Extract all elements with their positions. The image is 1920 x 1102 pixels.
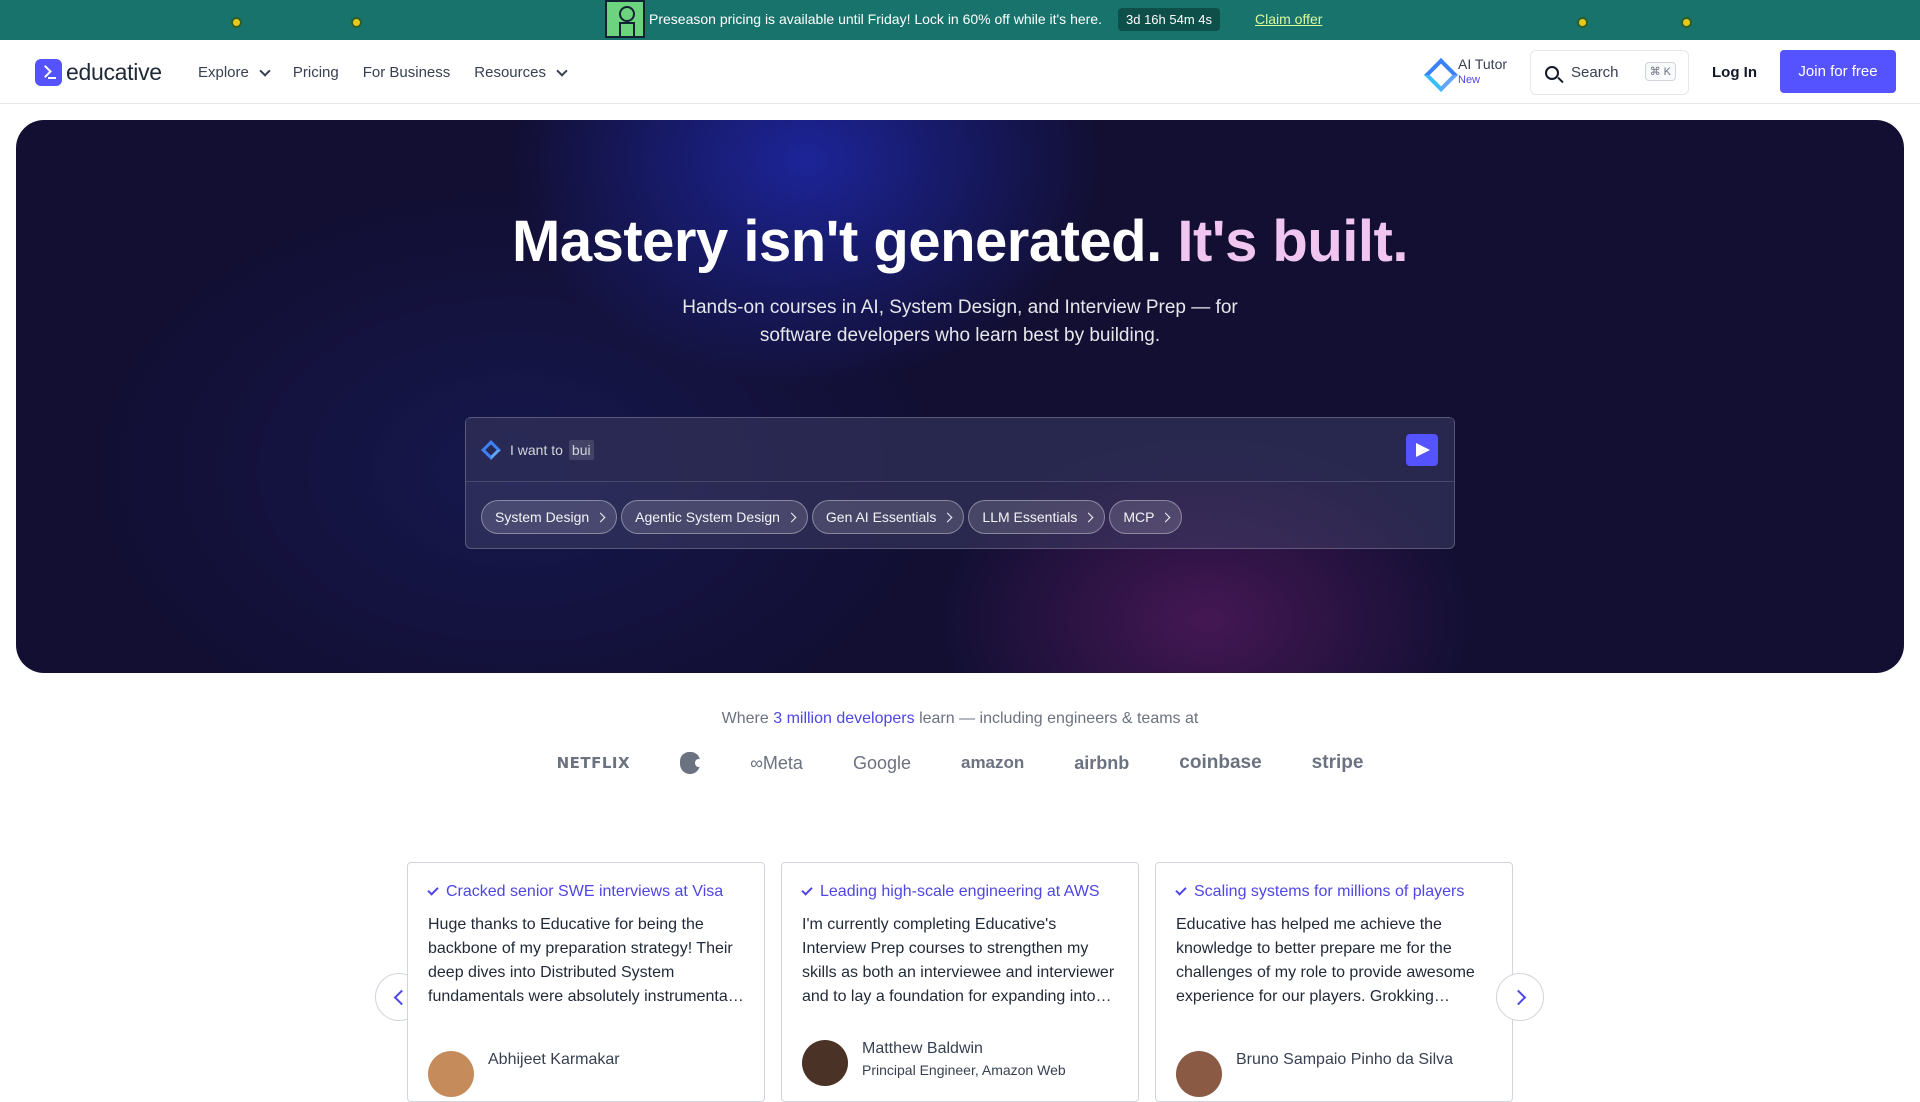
apple-logo-icon	[680, 752, 703, 774]
nav-for-business[interactable]: For Business	[363, 64, 451, 81]
promo-banner: Preseason pricing is available until Fri…	[0, 0, 1920, 40]
chip-label: Gen AI Essentials	[825, 509, 937, 525]
keyboard-shortcut: ⌘ K	[1644, 62, 1676, 81]
chevron-right-icon	[1083, 512, 1094, 522]
chevron-right-icon	[595, 512, 606, 522]
prompt-typed-text: bui	[568, 439, 594, 460]
confetti-icon	[1681, 17, 1692, 28]
testimonial-body: I'm currently completing Educative's Int…	[802, 916, 1115, 1005]
login-link[interactable]: Log In	[1712, 64, 1757, 81]
hero-subtitle: Hands-on courses in AI, System Design, a…	[682, 297, 1238, 346]
author-name: Matthew Baldwin	[862, 1040, 983, 1057]
avatar	[1176, 1051, 1222, 1097]
testimonial-headline: Scaling systems for millions of players	[1194, 883, 1465, 900]
trust-line: Where 3 million developers learn — inclu…	[0, 710, 1920, 728]
chevron-right-icon	[1161, 512, 1171, 522]
chip-label: MCP	[1123, 509, 1155, 525]
chip-label: System Design	[495, 509, 590, 525]
confetti-icon	[1577, 17, 1588, 28]
netflix-logo: NETFLIX	[556, 754, 631, 772]
chip-mcp[interactable]: MCP	[1109, 500, 1183, 534]
airbnb-logo: airbnb	[1074, 752, 1130, 773]
amazon-logo: amazon	[960, 753, 1025, 772]
testimonial-card: Leading high-scale engineering at AWS I'…	[781, 862, 1139, 1102]
search-icon	[1545, 65, 1559, 80]
check-icon	[427, 884, 439, 896]
avatar	[802, 1040, 848, 1086]
author-name: Bruno Sampaio Pinho da Silva	[1236, 1051, 1454, 1068]
stripe-logo: stripe	[1311, 752, 1364, 773]
search-label: Search	[1571, 64, 1619, 81]
prompt-prefix: I want to	[510, 441, 563, 458]
check-icon	[1175, 884, 1187, 896]
testimonial-headline: Cracked senior SWE interviews at Visa	[446, 883, 724, 900]
testimonial-body: Huge thanks to Educative for being the b…	[428, 916, 744, 1005]
ai-tutor-icon	[481, 439, 501, 460]
meta-logo: ∞Meta	[750, 752, 803, 773]
promo-text: Preseason pricing is available until Fri…	[649, 11, 1102, 27]
confetti-icon	[351, 17, 362, 28]
avatar	[428, 1051, 474, 1097]
author-role: Principal Engineer, Amazon Web	[862, 1062, 1066, 1078]
promo-countdown: 3d 16h 54m 4s	[1118, 8, 1221, 31]
testimonial-author: Matthew Baldwin Principal Engineer, Amaz…	[802, 1040, 1066, 1086]
brand-logos: NETFLIX ∞Meta Google amazon airbnb coinb…	[0, 752, 1920, 774]
chip-system-design[interactable]: System Design	[481, 500, 618, 534]
terminal-logo-icon	[35, 59, 62, 86]
chip-llm-essentials[interactable]: LLM Essentials	[968, 500, 1106, 534]
author-name: Abhijeet Karmakar	[488, 1051, 620, 1068]
testimonial-headline: Leading high-scale engineering at AWS	[820, 883, 1100, 900]
chip-label: LLM Essentials	[982, 509, 1078, 525]
testimonial-author: Abhijeet Karmakar	[428, 1051, 620, 1097]
site-header: educative Explore Pricing For Business R…	[0, 40, 1920, 104]
nav-pricing[interactable]: Pricing	[293, 64, 339, 81]
nav-label: For Business	[362, 64, 451, 81]
chip-agentic-system-design[interactable]: Agentic System Design	[621, 500, 808, 534]
chip-label: Agentic System Design	[635, 509, 780, 525]
chevron-down-icon	[556, 64, 568, 77]
testimonial-card: Cracked senior SWE interviews at Visa Hu…	[407, 862, 765, 1102]
nav-label: Resources	[474, 64, 546, 81]
search-button[interactable]: Search ⌘ K	[1530, 50, 1689, 95]
ai-tutor-label: AI Tutor	[1458, 56, 1508, 72]
gift-icon	[605, 0, 645, 38]
testimonial-author: Bruno Sampaio Pinho da Silva	[1176, 1051, 1453, 1097]
ai-tutor-icon	[1424, 58, 1452, 86]
hero-title: Mastery isn't generated. It's built.	[16, 208, 1904, 275]
trust-before: Where	[721, 710, 769, 727]
testimonial-body: Educative has helped me achieve the know…	[1176, 916, 1475, 1005]
coinbase-logo: coinbase	[1179, 752, 1262, 773]
nav-resources[interactable]: Resources	[474, 64, 568, 81]
google-logo: Google	[852, 752, 911, 773]
carousel-next-button[interactable]	[1496, 973, 1544, 1021]
suggestion-chips: System Design Agentic System Design Gen …	[481, 500, 1186, 534]
chevron-down-icon	[259, 64, 271, 77]
trust-after: learn — including engineers & teams at	[919, 710, 1199, 727]
nav-label: Explore	[198, 64, 249, 81]
chip-gen-ai-essentials[interactable]: Gen AI Essentials	[811, 500, 965, 534]
hero-section: Mastery isn't generated. It's built. Han…	[16, 120, 1904, 673]
nav-label: Pricing	[292, 64, 339, 81]
confetti-icon	[231, 17, 242, 28]
trust-highlight: 3 million developers	[773, 710, 915, 727]
send-icon[interactable]	[1406, 434, 1438, 466]
logo-text: educative	[66, 59, 162, 85]
claim-offer-link[interactable]: Claim offer	[1255, 11, 1322, 27]
join-for-free-button[interactable]: Join for free	[1780, 50, 1896, 93]
testimonial-card: Scaling systems for millions of players …	[1155, 862, 1513, 1102]
ai-tutor-button[interactable]: AI Tutor New	[1424, 56, 1507, 88]
new-badge: New	[1458, 74, 1481, 86]
hero-title-accent: It's built.	[1177, 209, 1408, 274]
logo[interactable]: educative	[35, 59, 162, 86]
main-nav: Explore Pricing For Business Resources	[198, 64, 590, 81]
prompt-input[interactable]: I want to bui	[466, 418, 1454, 482]
ai-prompt-box: I want to bui System Design Agentic Syst…	[465, 417, 1455, 549]
check-icon	[801, 884, 813, 896]
chevron-right-icon	[786, 512, 797, 522]
nav-explore[interactable]: Explore	[198, 64, 271, 81]
chevron-right-icon	[942, 512, 953, 522]
hero-title-main: Mastery isn't generated.	[512, 209, 1162, 274]
